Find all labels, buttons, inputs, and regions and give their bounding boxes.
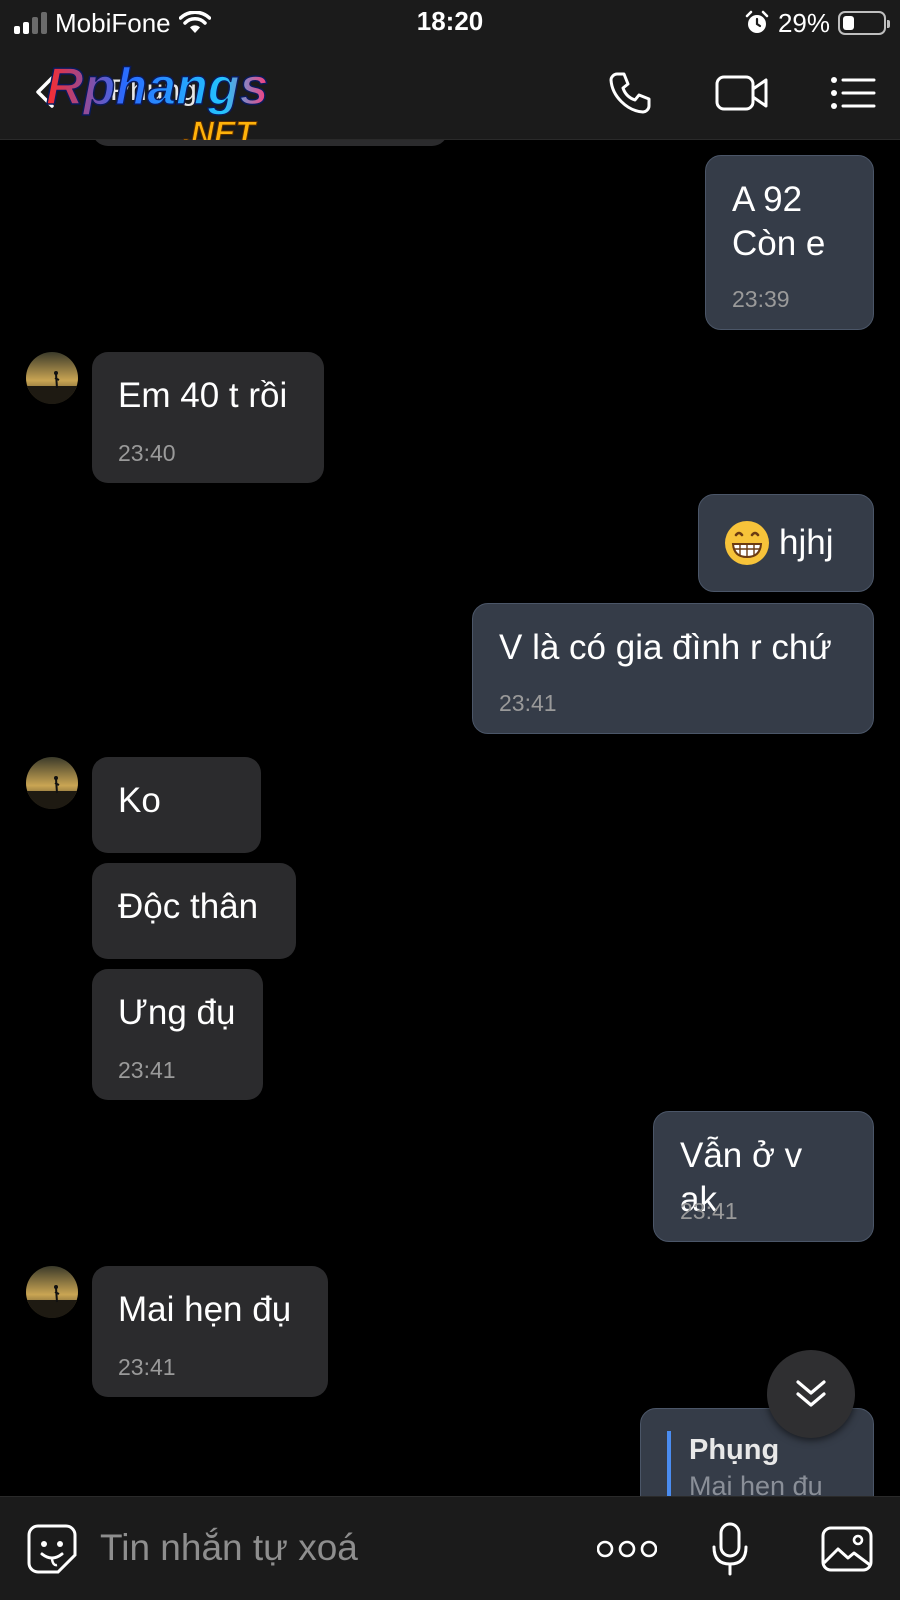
message-bubble-outgoing[interactable]: A 92 Còn e 23:39 bbox=[705, 155, 874, 330]
message-text: Độc thân bbox=[118, 887, 259, 926]
message-time: 23:40 bbox=[118, 440, 176, 466]
phone-icon[interactable] bbox=[603, 66, 657, 120]
more-icon[interactable] bbox=[595, 1519, 659, 1579]
grinning-face-icon bbox=[725, 521, 769, 565]
message-bubble-outgoing[interactable]: Vẫn ở v ak 23:41 bbox=[653, 1111, 874, 1242]
message-text: Mai hẹn đụ bbox=[118, 1290, 292, 1329]
reply-sender: Phụng bbox=[689, 1434, 780, 1466]
message-text: A 92 bbox=[732, 180, 803, 219]
double-chevron-down-icon bbox=[796, 1380, 826, 1407]
scroll-to-bottom-button[interactable] bbox=[767, 1350, 855, 1438]
message-bubble-incoming[interactable]: Độc thân bbox=[92, 863, 296, 959]
reply-quote[interactable]: Phụng Mai hẹn đụ bbox=[667, 1431, 853, 1496]
battery-percent: 29% bbox=[777, 7, 830, 38]
video-call-icon[interactable] bbox=[715, 66, 769, 120]
message-bubble-incoming[interactable]: Ưng đụ 23:41 bbox=[92, 969, 263, 1100]
message-text: Ko bbox=[118, 781, 161, 820]
battery-icon bbox=[838, 11, 890, 35]
alarm-icon bbox=[745, 10, 769, 33]
menu-list-icon[interactable] bbox=[826, 66, 880, 120]
contact-avatar[interactable] bbox=[26, 352, 78, 404]
message-bubble-clipped bbox=[92, 140, 448, 146]
status-bar: MobiFone 18:20 29% bbox=[0, 0, 900, 46]
message-bubble-outgoing[interactable]: hjhj bbox=[698, 494, 874, 592]
composer-bar bbox=[0, 1496, 900, 1600]
message-list[interactable]: A 92 Còn e 23:39 Em 40 t rồi 23:40 hjhj … bbox=[0, 140, 900, 1496]
message-text: Còn e bbox=[732, 224, 826, 263]
message-bubble-incoming[interactable]: Ko bbox=[92, 757, 261, 853]
reply-text: Mai hẹn đụ bbox=[689, 1471, 823, 1496]
image-icon[interactable] bbox=[817, 1519, 877, 1579]
message-time: 23:41 bbox=[680, 1198, 738, 1224]
message-bubble-incoming[interactable]: Em 40 t rồi 23:40 bbox=[92, 352, 324, 483]
message-bubble-outgoing[interactable]: V là có gia đình r chứ 23:41 bbox=[472, 603, 874, 734]
svg-text:Rphangs: Rphangs bbox=[46, 58, 268, 116]
message-text: hjhj bbox=[779, 523, 834, 562]
watermark-logo: Rphangs .NET bbox=[45, 57, 269, 148]
contact-avatar[interactable] bbox=[26, 1266, 78, 1318]
microphone-icon[interactable] bbox=[700, 1519, 760, 1579]
chat-header: Phụng Rphangs .NET bbox=[0, 46, 900, 148]
message-input[interactable] bbox=[100, 1523, 560, 1573]
message-time: 23:41 bbox=[499, 690, 557, 716]
message-text: Ưng đụ bbox=[118, 993, 236, 1032]
message-bubble-incoming[interactable]: Mai hẹn đụ 23:41 bbox=[92, 1266, 328, 1397]
message-text: V là có gia đình r chứ bbox=[499, 628, 832, 667]
sticker-icon[interactable] bbox=[22, 1519, 82, 1579]
message-time: 23:39 bbox=[732, 286, 790, 312]
message-time: 23:41 bbox=[118, 1354, 176, 1380]
message-text: Em 40 t rồi bbox=[118, 376, 288, 415]
status-right: 29% bbox=[744, 6, 890, 40]
message-time: 23:41 bbox=[118, 1057, 176, 1083]
contact-avatar[interactable] bbox=[26, 757, 78, 809]
